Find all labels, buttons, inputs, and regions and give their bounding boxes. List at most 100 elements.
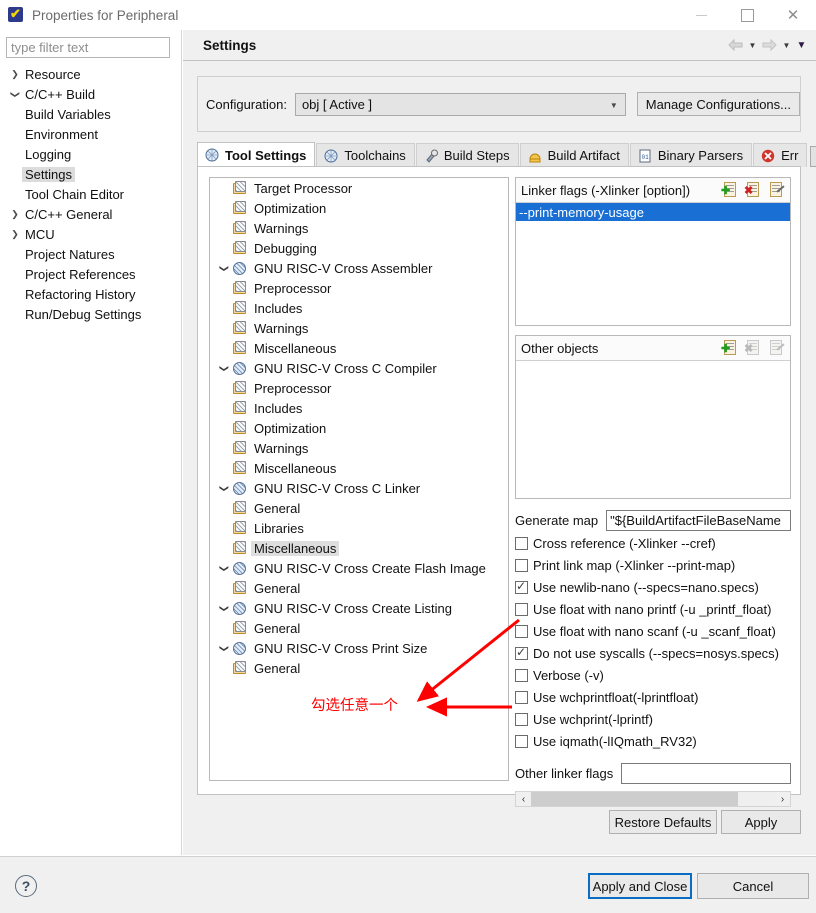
tool-tree-item[interactable]: ❯ GNU RISC-V Cross Create Listing <box>210 598 508 618</box>
checkbox-row[interactable]: Use wchprint(-lprintf) <box>515 708 791 730</box>
checkbox[interactable] <box>515 690 528 704</box>
chevron-down-icon[interactable]: ❯ <box>219 480 230 496</box>
checkbox-row[interactable]: Verbose (-v) <box>515 664 791 686</box>
nav-item[interactable]: Environment <box>0 124 182 144</box>
checkbox[interactable] <box>515 624 528 638</box>
checkbox-row[interactable]: Use wchprintfloat(-lprintfloat) <box>515 686 791 708</box>
chevron-down-icon[interactable]: ❯ <box>11 87 21 101</box>
apply-and-close-button[interactable]: Apply and Close <box>588 873 692 899</box>
chevron-down-icon[interactable]: ❯ <box>219 260 230 276</box>
chevron-right-icon[interactable]: ❯ <box>8 209 22 219</box>
nav-item[interactable]: Project Natures <box>0 244 182 264</box>
cancel-button[interactable]: Cancel <box>697 873 809 899</box>
view-menu-icon[interactable]: ▼ <box>795 34 808 56</box>
checkbox[interactable] <box>515 712 528 726</box>
chevron-down-icon[interactable]: ❯ <box>219 600 230 616</box>
chevron-down-icon[interactable]: ❯ <box>219 360 230 376</box>
configuration-select[interactable]: obj [ Active ] ▼ <box>294 92 626 116</box>
other-linker-flags-input[interactable] <box>621 762 791 784</box>
tool-tree-item[interactable]: Includes <box>210 298 508 318</box>
filter-input[interactable]: type filter text <box>6 37 170 58</box>
tab-toolchains[interactable]: Toolchains <box>316 143 415 167</box>
tool-tree-item[interactable]: Warnings <box>210 438 508 458</box>
nav-item[interactable]: ❯ MCU <box>0 224 182 244</box>
close-button[interactable]: ✕ <box>770 0 816 30</box>
nav-item[interactable]: Tool Chain Editor <box>0 184 182 204</box>
scroll-right-icon[interactable]: › <box>775 794 790 805</box>
tool-tree-item[interactable]: ❯ GNU RISC-V Cross Print Size <box>210 638 508 658</box>
tab-tool-settings[interactable]: Tool Settings <box>197 142 316 167</box>
checkbox-row[interactable]: Use float with nano scanf (-u _scanf_flo… <box>515 620 791 642</box>
scrollbar-track[interactable] <box>531 792 775 806</box>
checkbox-row[interactable]: Print link map (-Xlinker --print-map) <box>515 554 791 576</box>
tool-tree-item[interactable]: General <box>210 498 508 518</box>
restore-defaults-button[interactable]: Restore Defaults <box>609 810 717 834</box>
checkbox[interactable] <box>515 734 528 748</box>
checkbox[interactable] <box>515 645 528 660</box>
linker-flag-item[interactable]: --print-memory-usage <box>516 203 790 221</box>
back-dropdown-icon[interactable]: ▼ <box>746 34 759 56</box>
tab-err[interactable]: Err <box>753 143 808 167</box>
checkbox[interactable] <box>515 668 528 682</box>
checkbox-row[interactable]: Do not use syscalls (--specs=nosys.specs… <box>515 642 791 664</box>
forward-dropdown-icon[interactable]: ▼ <box>780 34 793 56</box>
tool-tree-item[interactable]: Miscellaneous <box>210 338 508 358</box>
tool-tree-item[interactable]: Target Processor <box>210 178 508 198</box>
tool-tree-item[interactable]: Miscellaneous <box>210 538 508 558</box>
tool-tree-item[interactable]: Libraries <box>210 518 508 538</box>
chevron-down-icon[interactable]: ❯ <box>219 640 230 656</box>
tool-tree-item[interactable]: Miscellaneous <box>210 458 508 478</box>
tool-tree-item[interactable]: Warnings <box>210 218 508 238</box>
tool-tree-item[interactable]: General <box>210 578 508 598</box>
tool-tree-item[interactable]: Optimization <box>210 198 508 218</box>
tool-tree-item[interactable]: Preprocessor <box>210 278 508 298</box>
tab-build-steps[interactable]: Build Steps <box>415 143 519 167</box>
checkbox-row[interactable]: Use newlib-nano (--specs=nano.specs) <box>515 576 791 598</box>
tool-tree-item[interactable]: ❯ GNU RISC-V Cross Create Flash Image <box>210 558 508 578</box>
nav-item[interactable]: ❯ C/C++ Build <box>0 84 182 104</box>
help-icon[interactable]: ? <box>15 875 37 897</box>
tool-tree-item[interactable]: Preprocessor <box>210 378 508 398</box>
tool-tree-item[interactable]: General <box>210 658 508 678</box>
nav-item[interactable]: Run/Debug Settings <box>0 304 182 324</box>
nav-item[interactable]: Settings <box>0 164 182 184</box>
scrollbar-thumb[interactable] <box>531 792 738 806</box>
linker-flags-add-icon[interactable]: ✚ <box>721 181 741 199</box>
forward-arrow-icon[interactable] <box>761 34 778 56</box>
tool-tree-item[interactable]: General <box>210 618 508 638</box>
checkbox[interactable] <box>515 558 528 572</box>
nav-item[interactable]: Logging <box>0 144 182 164</box>
checkbox-row[interactable]: Use iqmath(-lIQmath_RV32) <box>515 730 791 752</box>
apply-button[interactable]: Apply <box>721 810 801 834</box>
nav-item[interactable]: Refactoring History <box>0 284 182 304</box>
generate-map-input[interactable]: "${BuildArtifactFileBaseName <box>606 509 791 531</box>
chevron-right-icon[interactable]: ❯ <box>8 229 22 239</box>
maximize-button[interactable] <box>724 0 770 30</box>
checkbox[interactable] <box>515 602 528 616</box>
tab-build-artifact[interactable]: Build Artifact <box>519 143 629 167</box>
checkbox[interactable] <box>515 579 528 594</box>
tool-tree-item[interactable]: Includes <box>210 398 508 418</box>
nav-item[interactable]: ❯ Resource <box>0 64 182 84</box>
tool-tree-item[interactable]: Optimization <box>210 418 508 438</box>
linker-flags-edit-icon[interactable] <box>767 181 787 199</box>
scroll-left-icon[interactable]: ‹ <box>516 794 531 805</box>
checkbox-row[interactable]: Use float with nano printf (-u _printf_f… <box>515 598 791 620</box>
tab-scroll-left-icon[interactable]: ◄ <box>810 146 816 167</box>
tab-binary-parsers[interactable]: 01 Binary Parsers <box>629 143 753 167</box>
chevron-right-icon[interactable]: ❯ <box>8 69 22 79</box>
linker-flags-list[interactable]: --print-memory-usage <box>516 203 790 325</box>
back-arrow-icon[interactable] <box>727 34 744 56</box>
manage-configurations-button[interactable]: Manage Configurations... <box>636 92 800 116</box>
checkbox-row[interactable]: Cross reference (-Xlinker --cref) <box>515 532 791 554</box>
other-objects-add-icon[interactable]: ✚ <box>721 339 741 357</box>
tool-tree-item[interactable]: Warnings <box>210 318 508 338</box>
tool-tree-item[interactable]: ❯ GNU RISC-V Cross C Linker <box>210 478 508 498</box>
tool-tree-item[interactable]: ❯ GNU RISC-V Cross Assembler <box>210 258 508 278</box>
nav-item[interactable]: Build Variables <box>0 104 182 124</box>
nav-item[interactable]: ❯ C/C++ General <box>0 204 182 224</box>
tool-tree-item[interactable]: ❯ GNU RISC-V Cross C Compiler <box>210 358 508 378</box>
minimize-button[interactable] <box>678 0 724 30</box>
checkbox[interactable] <box>515 536 528 550</box>
chevron-down-icon[interactable]: ❯ <box>219 560 230 576</box>
